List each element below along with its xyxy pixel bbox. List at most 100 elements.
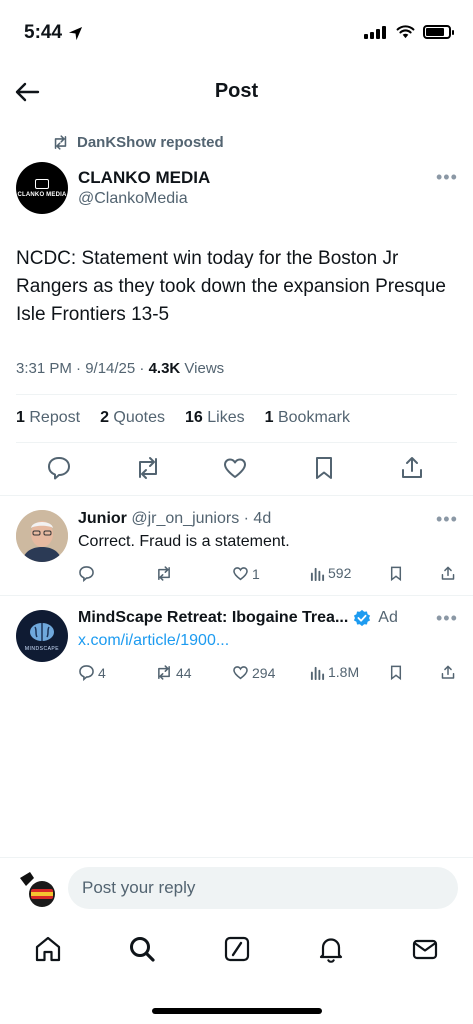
reply-reply-button[interactable]: [78, 565, 95, 582]
analytics-icon: [310, 666, 325, 680]
bookmark-icon: [390, 665, 402, 681]
heart-icon: [224, 458, 246, 478]
nav-home[interactable]: [33, 934, 63, 964]
repost-icon: [139, 457, 157, 479]
author-avatar[interactable]: CLANKO MEDIA: [16, 162, 68, 214]
status-bar-time: 5:44: [24, 22, 83, 44]
reply-repost-button[interactable]: [155, 565, 173, 582]
verified-badge-icon: [354, 609, 371, 627]
ad-avatar[interactable]: MINDSCAPE: [16, 610, 68, 662]
divider: [16, 394, 457, 395]
ad-like-button[interactable]: 294: [232, 664, 275, 681]
grok-icon: [224, 936, 250, 962]
avatar-logo-text: CLANKO MEDIA: [17, 191, 67, 198]
tv-logo-icon: [35, 178, 49, 189]
bottom-nav: [0, 930, 473, 970]
ad-reply-count: 4: [98, 664, 106, 681]
ad-label: Ad: [378, 609, 398, 626]
person-avatar-icon: [16, 510, 68, 562]
repost-icon: [158, 665, 170, 680]
ad-repost-button[interactable]: 44: [155, 664, 192, 681]
share-icon: [441, 566, 455, 580]
home-indicator[interactable]: [152, 1008, 322, 1014]
bookmark-icon: [390, 566, 402, 582]
reply-views-count: 592: [328, 565, 352, 581]
repost-label: DanKShow reposted: [77, 134, 224, 151]
nav-grok[interactable]: [222, 934, 252, 964]
views-count[interactable]: 4.3K: [149, 360, 181, 377]
reply-icon: [79, 566, 94, 582]
more-options-icon[interactable]: •••: [436, 168, 458, 186]
ad-views[interactable]: 1.8M: [310, 664, 359, 680]
ad-bookmark-button[interactable]: [388, 664, 404, 681]
heart-icon: [233, 567, 248, 581]
current-user-avatar[interactable]: [16, 868, 58, 910]
divider: [16, 442, 457, 443]
ad-avatar-text: MINDSCAPE: [24, 646, 60, 652]
likes-stat[interactable]: 16 Likes: [185, 409, 255, 427]
reply-icon: [48, 457, 70, 480]
bookmark-button[interactable]: [311, 455, 339, 483]
share-icon: [441, 665, 455, 679]
author-name[interactable]: CLANKO MEDIA: [78, 168, 210, 188]
repost-icon: [54, 135, 67, 150]
reply-avatar[interactable]: [16, 510, 68, 562]
signal-icon: [364, 25, 388, 39]
views-label: Views: [180, 360, 225, 377]
ad-reply-button[interactable]: 4: [78, 664, 106, 681]
share-button[interactable]: [399, 455, 427, 483]
nav-search[interactable]: [127, 934, 157, 964]
divider: [0, 857, 473, 858]
ad-author-name[interactable]: MindScape Retreat: Ibogaine Trea...: [78, 609, 348, 627]
repost-icon: [158, 566, 170, 581]
like-button[interactable]: [222, 455, 250, 483]
reply-author-name[interactable]: Junior: [78, 510, 127, 527]
post-timestamp: 3:31 PM · 9/14/25 ·: [16, 360, 149, 377]
ad-author-line: MindScape Retreat: Ibogaine Trea... Ad: [78, 609, 398, 627]
reply-text: Correct. Fraud is a statement.: [78, 533, 290, 550]
battery-icon: [423, 25, 454, 39]
more-options-icon[interactable]: •••: [436, 609, 458, 627]
status-bar-indicators: [364, 25, 454, 39]
heart-icon: [233, 666, 248, 680]
post-meta: 3:31 PM · 9/14/25 · 4.3K Views: [16, 360, 224, 377]
author-handle[interactable]: @ClankoMedia: [78, 190, 188, 208]
nav-notifications[interactable]: [316, 934, 346, 964]
reposts-stat[interactable]: 1 Repost: [16, 409, 90, 427]
home-icon: [35, 936, 61, 962]
analytics-icon: [310, 567, 325, 581]
divider: [0, 595, 473, 596]
reply-share-button[interactable]: [440, 565, 456, 582]
bell-icon: [319, 938, 343, 963]
repost-indicator[interactable]: DanKShow reposted: [52, 134, 224, 151]
nav-messages[interactable]: [410, 934, 440, 964]
mail-icon: [412, 939, 438, 960]
ad-repost-count: 44: [176, 664, 192, 681]
page-title: Post: [214, 80, 259, 102]
location-arrow-icon: [68, 26, 83, 40]
reply-like-button[interactable]: 1: [232, 565, 260, 582]
reply-like-count: 1: [252, 565, 260, 582]
post-action-bar: [0, 455, 473, 483]
bookmarks-stat[interactable]: 1 Bookmark: [265, 409, 360, 427]
brain-logo-icon: [30, 623, 54, 641]
reply-views[interactable]: 592: [310, 565, 351, 581]
divider: [0, 495, 473, 496]
share-icon: [402, 457, 422, 478]
post-header: Post: [0, 70, 473, 114]
reply-input[interactable]: Post your reply: [68, 867, 458, 909]
bookmark-icon: [316, 457, 332, 479]
reply-button[interactable]: [46, 455, 74, 483]
search-icon: [130, 937, 155, 962]
wifi-icon: [396, 25, 415, 39]
ad-share-button[interactable]: [440, 664, 456, 681]
more-options-icon[interactable]: •••: [436, 510, 458, 528]
quotes-stat[interactable]: 2 Quotes: [100, 409, 175, 427]
reply-author-handle[interactable]: @jr_on_juniors · 4d: [131, 510, 271, 527]
reply-icon: [79, 665, 94, 681]
repost-button[interactable]: [134, 455, 162, 483]
ad-link[interactable]: x.com/i/article/1900...: [78, 632, 229, 650]
reply-bookmark-button[interactable]: [388, 565, 404, 582]
reply-author-line: Junior @jr_on_juniors · 4d: [78, 510, 271, 528]
clock: 5:44: [24, 22, 63, 43]
